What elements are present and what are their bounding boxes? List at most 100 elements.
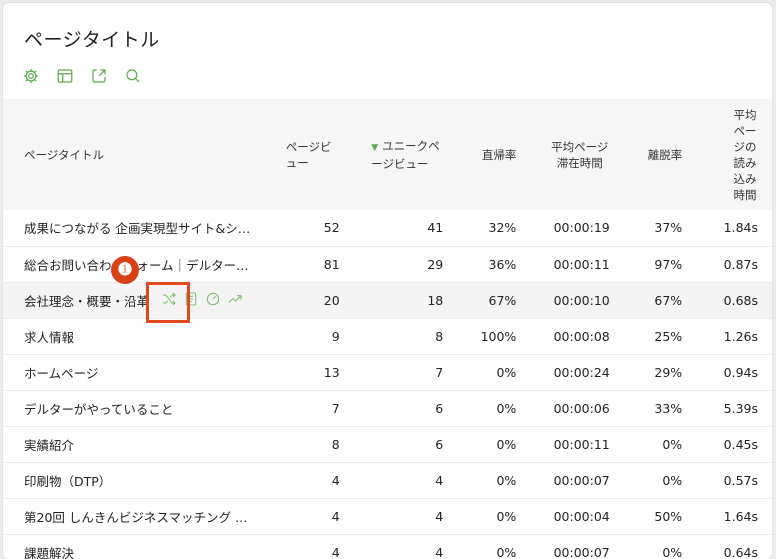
page-title-link[interactable]: 課題解決 <box>24 543 74 559</box>
table-row[interactable]: 成果につながる 企画実現型サイト&シス… 52 41 32% 00:00:19 37% 1.… <box>3 210 772 246</box>
speed-button[interactable] <box>204 290 222 308</box>
page-title-link[interactable]: 求人情報 <box>24 327 74 346</box>
header-pageviews[interactable]: ページビュー <box>270 99 354 210</box>
page-title-link[interactable]: 会社理念・概要・沿革 <box>24 291 149 310</box>
avg-load-cell: 0.94s <box>723 364 758 380</box>
page-title-cell[interactable]: 求人情報 <box>3 318 270 354</box>
header-bounce-rate[interactable]: 直帰率 <box>457 99 530 210</box>
pageviews-cell: 52 <box>323 220 340 236</box>
trend-up-icon <box>228 295 242 303</box>
bounce-rate-cell: 0% <box>496 364 517 380</box>
bounce-rate-cell: 0% <box>496 508 517 524</box>
bounce-rate-cell: 67% <box>488 292 517 308</box>
avg-time-cell: 00:00:08 <box>553 328 610 344</box>
pageviews-cell: 81 <box>323 256 340 272</box>
avg-time-cell: 00:00:11 <box>553 256 610 272</box>
bounce-rate-cell: 0% <box>496 544 517 559</box>
exit-rate-cell: 0% <box>662 544 683 559</box>
sort-desc-icon: ▼ <box>371 142 379 153</box>
exit-rate-cell: 25% <box>654 328 683 344</box>
exit-rate-cell: 67% <box>654 292 683 308</box>
avg-load-cell: 0.57s <box>723 472 758 488</box>
bounce-rate-cell: 0% <box>496 472 517 488</box>
table-row[interactable]: 求人情報 9 8 100% 00:00:08 25% 1.26s <box>3 318 772 354</box>
header-avg-time[interactable]: 平均ページ滞在時間 <box>530 99 623 210</box>
pageviews-cell: 20 <box>323 292 340 308</box>
table-row[interactable]: 会社理念・概要・沿革 20 18 67% 00:00:10 67% 0.68s <box>3 282 772 318</box>
export-icon <box>92 69 106 83</box>
avg-time-cell: 00:00:06 <box>553 400 610 416</box>
page-title-cell[interactable]: ホームページ <box>3 354 270 390</box>
trend-button[interactable] <box>226 290 244 308</box>
page-title-link[interactable]: 印刷物（DTP） <box>24 471 111 490</box>
unique-pageviews-cell: 4 <box>435 544 444 559</box>
bounce-rate-cell: 32% <box>488 220 517 236</box>
page-title-link[interactable]: 実績紹介 <box>24 435 74 454</box>
avg-time-cell: 00:00:10 <box>553 292 610 308</box>
unique-pageviews-cell: 6 <box>435 436 444 452</box>
pageviews-cell: 4 <box>331 508 340 524</box>
header-page-title[interactable]: ページタイトル <box>3 99 270 210</box>
page-title-link[interactable]: 第20回 しんきんビジネスマッチング ビ… <box>24 507 256 526</box>
avg-time-cell: 00:00:11 <box>553 436 610 452</box>
page-title: ページタイトル <box>24 29 160 51</box>
header-exit-rate[interactable]: 離脱率 <box>624 99 696 210</box>
table-view-button[interactable] <box>55 66 75 86</box>
pageviews-cell: 9 <box>331 328 340 344</box>
avg-load-cell: 5.39s <box>723 400 758 416</box>
avg-time-cell: 00:00:19 <box>553 220 610 236</box>
avg-load-cell: 0.45s <box>723 436 758 452</box>
pageviews-cell: 8 <box>331 436 340 452</box>
toolbar <box>21 66 143 86</box>
header-avg-load[interactable]: 平均ページの読み込み時間 <box>696 99 772 210</box>
settings-button[interactable] <box>21 66 41 86</box>
unique-pageviews-cell: 6 <box>435 400 444 416</box>
pageviews-cell: 4 <box>331 544 340 559</box>
unique-pageviews-cell: 7 <box>435 364 444 380</box>
header-unique-pageviews[interactable]: ▼ ユニークページビュー <box>354 99 458 210</box>
exit-rate-cell: 33% <box>654 400 683 416</box>
report-card: ページタイトル ページタイトル ページビュー ▼ ユニークページビュー 直帰率 … <box>3 3 772 559</box>
exit-rate-cell: 50% <box>654 508 683 524</box>
pageviews-cell: 13 <box>323 364 340 380</box>
table-header-row: ページタイトル ページビュー ▼ ユニークページビュー 直帰率 平均ページ滞在時間… <box>3 99 772 210</box>
table-row[interactable]: 印刷物（DTP） 4 4 0% 00:00:07 0% 0.57s <box>3 462 772 498</box>
speedometer-icon <box>206 292 220 306</box>
table-row[interactable]: 実績紹介 8 6 0% 00:00:11 0% 0.45s <box>3 426 772 462</box>
pageviews-cell: 7 <box>331 400 340 416</box>
page-title-cell[interactable]: 第20回 しんきんビジネスマッチング ビ… <box>3 498 270 534</box>
export-button[interactable] <box>89 66 109 86</box>
page-title-link[interactable]: ホームページ <box>24 363 98 382</box>
table-icon <box>57 69 73 83</box>
avg-time-cell: 00:00:07 <box>553 472 610 488</box>
table-row[interactable]: ホームページ 13 7 0% 00:00:24 29% 0.94s <box>3 354 772 390</box>
analytics-table: ページタイトル ページビュー ▼ ユニークページビュー 直帰率 平均ページ滞在時間… <box>3 99 772 559</box>
avg-load-cell: 1.84s <box>723 220 758 236</box>
bounce-rate-cell: 0% <box>496 400 517 416</box>
page-title-link[interactable]: 総合お問い合わせフォーム｜デルター株… <box>24 255 256 274</box>
table-row[interactable]: 第20回 しんきんビジネスマッチング ビ… 4 4 0% 00:00:04 50% 1.64… <box>3 498 772 534</box>
search-button[interactable] <box>123 66 143 86</box>
page-title-cell[interactable]: デルターがやっていること <box>3 390 270 426</box>
unique-pageviews-cell: 4 <box>435 508 444 524</box>
exit-rate-cell: 0% <box>662 436 683 452</box>
page-title-cell[interactable]: 成果につながる 企画実現型サイト&シス… <box>3 210 270 246</box>
avg-load-cell: 0.87s <box>723 256 758 272</box>
unique-pageviews-cell: 4 <box>435 472 444 488</box>
search-icon <box>126 69 140 83</box>
page-title-cell[interactable]: 印刷物（DTP） <box>3 462 270 498</box>
avg-time-cell: 00:00:07 <box>553 544 610 559</box>
page-title-link[interactable]: 成果につながる 企画実現型サイト&シス… <box>24 218 256 237</box>
exit-rate-cell: 0% <box>662 472 683 488</box>
page-title-cell[interactable]: 課題解決 <box>3 534 270 559</box>
unique-pageviews-cell: 8 <box>435 328 444 344</box>
page-title-cell[interactable]: 実績紹介 <box>3 426 270 462</box>
avg-load-cell: 0.68s <box>723 292 758 308</box>
table-row[interactable]: 課題解決 4 4 0% 00:00:07 0% 0.64s <box>3 534 772 559</box>
page-title-link[interactable]: デルターがやっていること <box>24 399 173 418</box>
exit-rate-cell: 29% <box>654 364 683 380</box>
bounce-rate-cell: 0% <box>496 436 517 452</box>
table-row[interactable]: デルターがやっていること 7 6 0% 00:00:06 33% 5.39s <box>3 390 772 426</box>
avg-load-cell: 1.26s <box>723 328 758 344</box>
avg-time-cell: 00:00:04 <box>553 508 610 524</box>
